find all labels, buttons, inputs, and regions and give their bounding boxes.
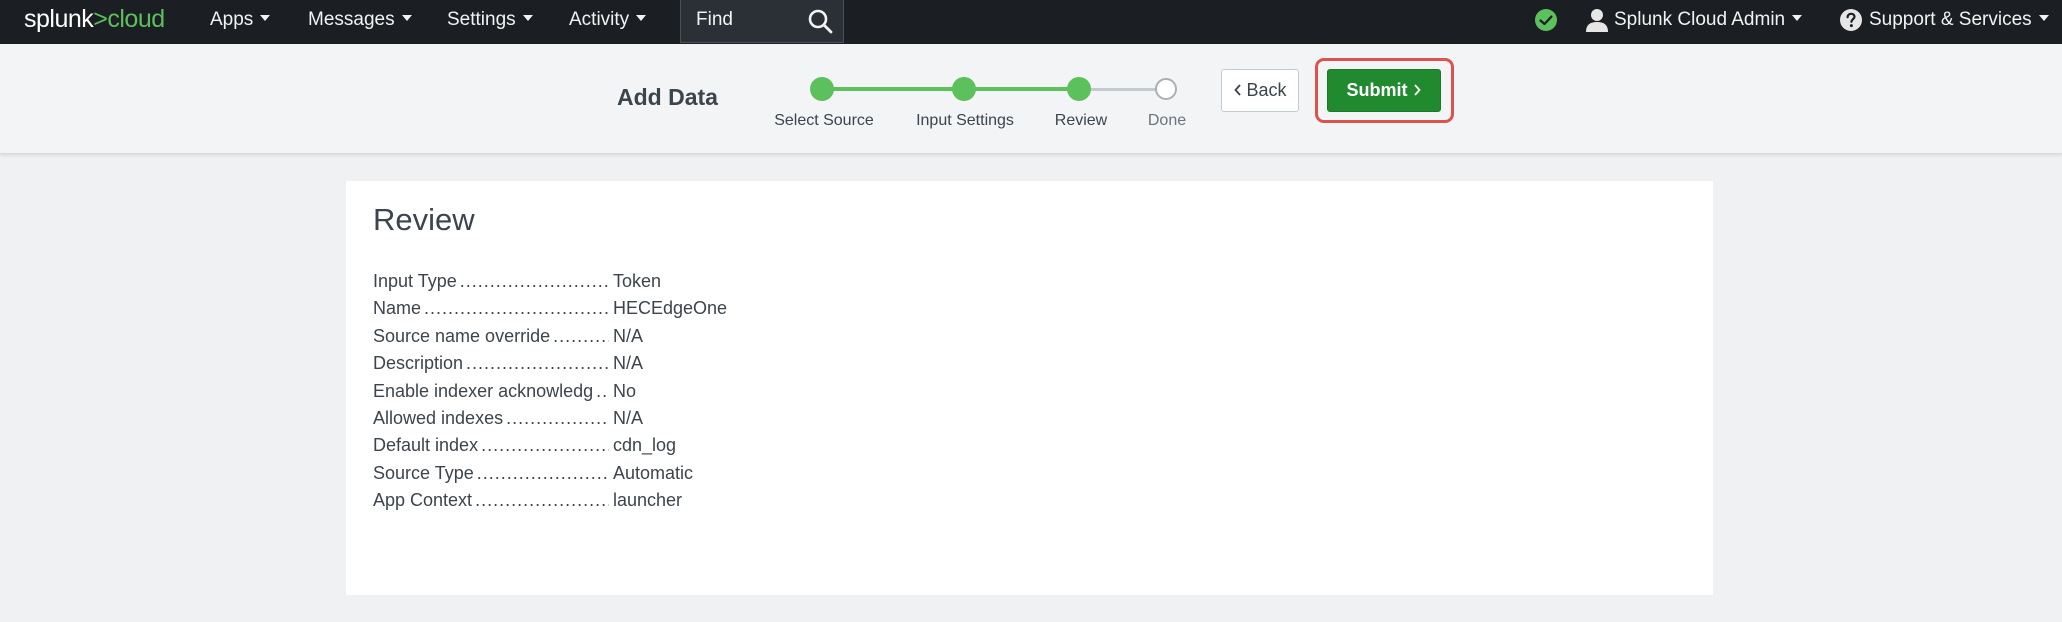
nav-settings-label: Settings	[447, 9, 516, 30]
chevron-left-icon	[1234, 84, 1242, 96]
review-row-value: N/A	[613, 407, 644, 428]
step-indicator-done	[1155, 78, 1177, 100]
check-circle-icon[interactable]	[1534, 8, 1558, 32]
review-details-list: Input Type..............................…	[373, 268, 727, 515]
review-row-label: Source Type	[373, 462, 477, 483]
chevron-right-icon	[1413, 84, 1421, 96]
review-row-value: launcher	[613, 490, 683, 511]
review-row-value: Automatic	[613, 462, 694, 483]
review-row-label: Input Type	[373, 271, 460, 291]
review-row-label: Name	[373, 298, 425, 319]
support-services-menu[interactable]: Support & Services	[1869, 0, 2049, 44]
step-label-review: Review	[1054, 112, 1108, 129]
nav-apps-label: Apps	[210, 9, 254, 30]
logo-chevron: >	[93, 5, 108, 33]
caret-down-icon	[2038, 14, 2049, 21]
review-row-label: Enable indexer acknowledg	[373, 380, 597, 401]
question-circle-icon	[1840, 9, 1862, 31]
review-row-default-index: Default index...........................…	[373, 432, 727, 459]
review-row-value: N/A	[613, 325, 644, 346]
step-connector	[822, 87, 964, 91]
nav-messages-menu[interactable]: Messages	[308, 0, 412, 44]
nav-messages-label: Messages	[308, 9, 395, 30]
review-row-value: cdn_log	[613, 435, 677, 456]
step-indicator-review	[1067, 77, 1091, 101]
step-label-select-source: Select Source	[774, 112, 874, 129]
review-row-app-context: App Context.............................…	[373, 487, 727, 514]
nav-apps-menu[interactable]: Apps	[210, 0, 271, 44]
review-row-label: Allowed indexes	[373, 407, 507, 428]
add-data-wizard-bar: Add Data Select Source Input Settings Re…	[0, 44, 2062, 154]
back-button-label: Back	[1246, 80, 1287, 100]
user-account-menu[interactable]: Splunk Cloud Admin	[1614, 0, 1803, 44]
logo-cloud: cloud	[107, 5, 165, 33]
nav-activity-menu[interactable]: Activity	[569, 0, 647, 44]
step-connector	[964, 87, 1079, 91]
step-connector	[1079, 88, 1166, 91]
search-icon[interactable]	[807, 8, 833, 34]
caret-down-icon	[260, 14, 271, 21]
user-name-label: Splunk Cloud Admin	[1614, 9, 1786, 30]
nav-activity-label: Activity	[569, 9, 630, 30]
review-row-source-type: Source Type.............................…	[373, 460, 727, 487]
review-heading: Review	[373, 202, 475, 237]
find-search-box[interactable]: Find	[680, 0, 844, 43]
step-indicator-input-settings	[952, 77, 976, 101]
user-icon	[1586, 9, 1608, 32]
step-label-input-settings: Input Settings	[916, 112, 1014, 129]
review-row-label: Default index	[373, 435, 482, 456]
top-navigation-bar: splunk>cloud Apps Messages Settings Acti…	[0, 0, 2062, 44]
nav-settings-menu[interactable]: Settings	[447, 0, 533, 44]
review-row-label: Description	[373, 353, 467, 374]
logo-splunk: splunk	[24, 5, 94, 33]
back-button[interactable]: Back	[1221, 69, 1299, 112]
review-row-value: No	[613, 380, 637, 401]
caret-down-icon	[1792, 14, 1803, 21]
review-row-allowed-indexes: Allowed indexes.........................…	[373, 405, 727, 432]
review-panel: Review Input Type.......................…	[346, 181, 1713, 595]
caret-down-icon	[401, 14, 412, 21]
review-row-value: Token	[613, 271, 662, 291]
wizard-title: Add Data	[617, 84, 718, 110]
find-input[interactable]: Find	[696, 0, 733, 40]
submit-button[interactable]: Submit	[1327, 69, 1441, 112]
support-services-label: Support & Services	[1869, 9, 2032, 30]
review-row-name: Name....................................…	[373, 295, 727, 322]
caret-down-icon	[522, 14, 533, 21]
splunk-cloud-logo[interactable]: splunk>cloud	[24, 4, 165, 34]
step-indicator-select-source	[810, 77, 834, 101]
review-row-label: Source name override	[373, 325, 554, 346]
step-label-done: Done	[1147, 112, 1187, 129]
review-row-description: Description.............................…	[373, 350, 727, 377]
review-row-source-name-override: Source name override....................…	[373, 323, 727, 350]
review-row-label: App Context	[373, 490, 476, 511]
submit-button-label: Submit	[1346, 80, 1408, 100]
review-row-value: N/A	[613, 353, 644, 374]
review-row-value: HECEdgeOne	[613, 298, 728, 319]
caret-down-icon	[636, 14, 647, 21]
review-row-input-type: Input Type..............................…	[373, 268, 727, 295]
review-row-enable-indexer-ack: Enable indexer acknowledg...............…	[373, 378, 727, 405]
